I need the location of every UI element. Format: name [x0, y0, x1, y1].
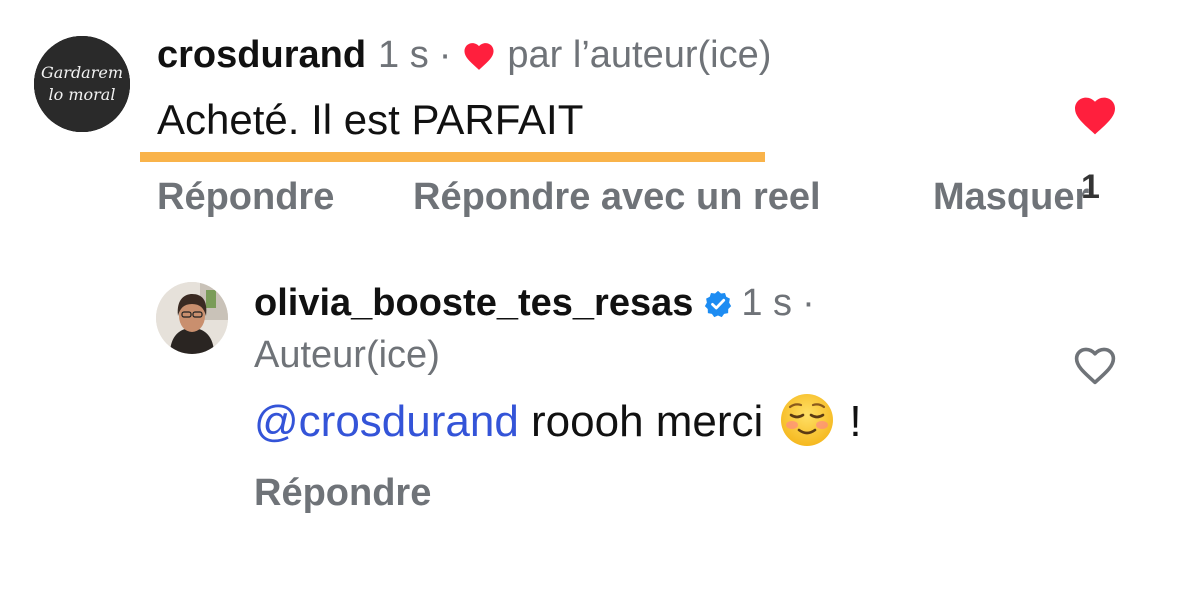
separator-dot: ·	[438, 34, 452, 76]
reply-avatar[interactable]	[156, 282, 228, 354]
highlight-underline	[140, 152, 765, 162]
comment-username[interactable]: crosdurand	[157, 34, 366, 77]
like-button-filled-heart-icon[interactable]	[1071, 92, 1119, 136]
reply-username[interactable]: olivia_booste_tes_resas	[254, 282, 693, 325]
avatar-text-line-1: Gardarem	[41, 63, 123, 82]
hide-button[interactable]: Masquer	[933, 176, 1089, 219]
smiling-face-emoji-icon	[779, 392, 835, 448]
avatar[interactable]: Gardarem lo moral	[34, 36, 130, 132]
like-button-heart-outline-icon[interactable]	[1071, 342, 1119, 386]
avatar-text-line-2: lo moral	[49, 85, 116, 104]
like-count: 1	[1081, 168, 1100, 206]
separator-dot: ·	[802, 282, 815, 324]
reply-text-body: roooh merci	[518, 397, 764, 446]
comment-header: crosdurand 1 s · par l’auteur(ice)	[157, 34, 771, 84]
comment-time: 1 s	[378, 34, 429, 76]
comments-thread: Gardarem lo moral crosdurand 1 s · par l…	[0, 0, 1179, 615]
mention-link[interactable]: @crosdurand	[254, 397, 519, 446]
reply-with-reel-button[interactable]: Répondre avec un reel	[413, 176, 821, 219]
comment-text: Acheté. Il est PARFAIT	[157, 96, 584, 143]
liked-by-author-label: par l’auteur(ice)	[507, 34, 772, 76]
reply-actions: Répondre	[254, 472, 431, 515]
reply-text-exclamation: !	[849, 397, 862, 446]
heart-icon	[461, 39, 497, 71]
reply-time: 1 s	[741, 282, 793, 324]
reply-button[interactable]: Répondre	[157, 176, 334, 219]
reply-button[interactable]: Répondre	[254, 472, 431, 514]
reply-header: olivia_booste_tes_resas 1 s ·	[254, 282, 825, 325]
author-role-label: Auteur(ice)	[254, 334, 440, 376]
verified-badge-icon	[703, 289, 733, 319]
reply-text: @crosdurand roooh merci !	[254, 392, 862, 448]
